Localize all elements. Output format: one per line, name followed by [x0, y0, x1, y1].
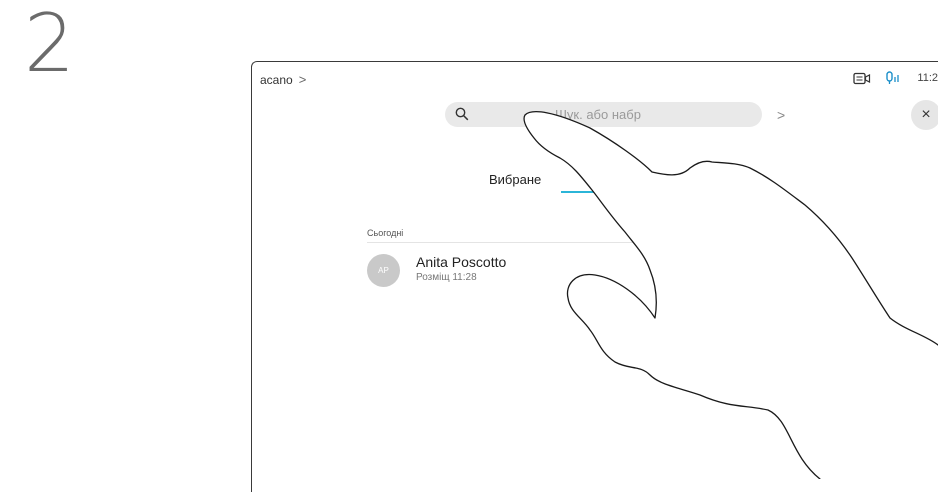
- step-number: 2: [24, 0, 75, 90]
- contact-name: Anita Poscotto: [416, 254, 507, 270]
- tab-recent[interactable]: Ост: [662, 172, 685, 187]
- device-screen: acano > 11:2 Шук. або набр > × Вибране О…: [251, 61, 938, 492]
- tab-bar: Вибране Ост: [252, 172, 938, 202]
- tab-favorites[interactable]: Вибране: [489, 172, 541, 187]
- microphone-icon[interactable]: [885, 71, 903, 85]
- status-bar: 11:2: [853, 71, 938, 85]
- chevron-right-icon: >: [298, 72, 307, 87]
- search-input[interactable]: Шук. або набр: [445, 102, 762, 127]
- list-item[interactable]: AP Anita Poscotto Розміщ 11:28: [367, 254, 667, 290]
- section-header: Сьогодні: [367, 228, 404, 238]
- close-button[interactable]: ×: [911, 100, 938, 130]
- brand-label: acano: [260, 72, 293, 87]
- camera-icon[interactable]: [853, 71, 871, 85]
- search-icon: [455, 107, 469, 121]
- avatar: AP: [367, 254, 400, 287]
- close-icon: ×: [921, 106, 931, 123]
- divider: [367, 242, 667, 243]
- contact-call-info: Розміщ 11:28: [416, 272, 477, 283]
- breadcrumb[interactable]: acano >: [260, 72, 306, 87]
- tab-active-indicator: [561, 191, 599, 193]
- chevron-right-icon[interactable]: >: [777, 107, 785, 123]
- clock: 11:2: [917, 72, 938, 84]
- search-placeholder: Шук. або набр: [555, 107, 641, 122]
